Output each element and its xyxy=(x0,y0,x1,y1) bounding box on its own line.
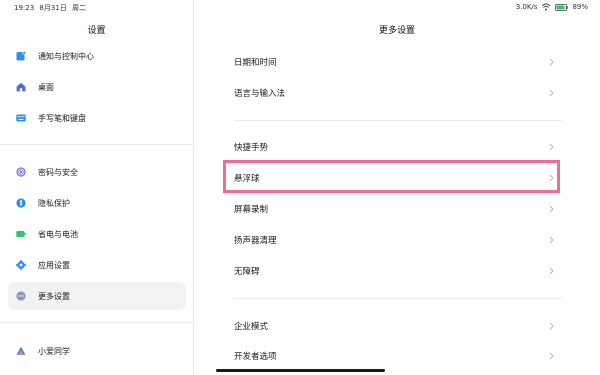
row-developer-options[interactable]: 开发者选项 xyxy=(234,342,554,370)
row-speaker-cleaner[interactable]: 扬声器清理 xyxy=(234,226,554,254)
row-accessibility[interactable]: 无障碍 xyxy=(234,257,554,285)
home-icon xyxy=(16,82,26,92)
sidebar-item-label: 桌面 xyxy=(38,82,54,92)
chevron-right-icon xyxy=(549,352,554,360)
xiaoai-icon xyxy=(16,346,26,356)
row-date-time[interactable]: 日期和时间 xyxy=(234,48,554,76)
chevron-right-icon xyxy=(549,267,554,275)
chevron-right-icon xyxy=(549,236,554,244)
sidebar-item-battery[interactable]: 省电与电池 xyxy=(8,220,186,248)
sidebar-item-more-settings[interactable]: 更多设置 xyxy=(8,282,186,310)
group-divider xyxy=(234,120,562,121)
row-label: 开发者选项 xyxy=(234,352,277,362)
row-enterprise-mode[interactable]: 企业模式 xyxy=(234,312,554,340)
gear-icon xyxy=(16,260,26,270)
row-label: 企业模式 xyxy=(234,322,269,332)
sidebar-item-label: 应用设置 xyxy=(38,260,70,270)
home-indicator[interactable] xyxy=(216,369,385,372)
row-label: 扬声器清理 xyxy=(234,236,277,246)
sidebar-divider xyxy=(0,144,193,145)
sidebar-item-label: 隐私保护 xyxy=(38,198,70,208)
chevron-right-icon xyxy=(549,174,554,182)
keyboard-icon xyxy=(16,113,26,123)
fingerprint-icon xyxy=(16,167,26,177)
row-floating-ball[interactable]: 悬浮球 xyxy=(234,164,554,192)
sidebar-item-label: 密码与安全 xyxy=(38,167,78,177)
sidebar-divider xyxy=(0,322,193,323)
row-label: 悬浮球 xyxy=(234,174,260,184)
chevron-right-icon xyxy=(549,89,554,97)
row-label: 语言与输入法 xyxy=(234,89,286,99)
sidebar-title: 设置 xyxy=(87,26,106,36)
sidebar-item-desktop[interactable]: 桌面 xyxy=(8,73,186,101)
row-label: 无障碍 xyxy=(234,267,260,277)
panel-title: 更多设置 xyxy=(378,26,415,36)
row-label: 日期和时间 xyxy=(234,58,277,68)
chevron-right-icon xyxy=(549,58,554,66)
row-language-input[interactable]: 语言与输入法 xyxy=(234,79,554,107)
group-divider xyxy=(234,298,562,299)
chevron-right-icon xyxy=(549,143,554,151)
chevron-right-icon xyxy=(549,205,554,213)
sidebar-item-xiaoai[interactable]: 小爱同学 xyxy=(8,337,186,365)
more-settings-panel: 更多设置 日期和时间 语言与输入法 快捷手势 悬浮球 屏幕录制 扬声器清理 无障… xyxy=(194,0,600,375)
row-label: 快捷手势 xyxy=(234,143,269,153)
row-label: 屏幕录制 xyxy=(234,205,269,215)
sidebar-item-label: 小爱同学 xyxy=(38,346,70,356)
sidebar-item-notifications[interactable]: 通知与控制中心 xyxy=(8,42,186,70)
row-gesture-shortcuts[interactable]: 快捷手势 xyxy=(234,133,554,161)
sidebar-item-label: 通知与控制中心 xyxy=(38,51,94,61)
notification-icon xyxy=(16,51,26,61)
sidebar-item-label: 手写笔和键盘 xyxy=(38,113,86,123)
chevron-right-icon xyxy=(549,322,554,330)
sidebar-item-stylus-keyboard[interactable]: 手写笔和键盘 xyxy=(8,104,186,132)
sidebar-item-password-security[interactable]: 密码与安全 xyxy=(8,158,186,186)
sidebar-item-label: 更多设置 xyxy=(38,291,70,301)
sidebar-item-app-settings[interactable]: 应用设置 xyxy=(8,251,186,279)
row-screen-recorder[interactable]: 屏幕录制 xyxy=(234,195,554,223)
battery-saver-icon xyxy=(16,229,26,239)
settings-sidebar: 设置 通知与控制中心 桌面 手写笔和键盘 密码与安全 隐私保护 省电与电池 应用… xyxy=(0,0,194,375)
sidebar-item-privacy[interactable]: 隐私保护 xyxy=(8,189,186,217)
privacy-icon xyxy=(16,198,26,208)
sidebar-item-label: 省电与电池 xyxy=(38,229,78,239)
more-icon xyxy=(16,291,26,301)
